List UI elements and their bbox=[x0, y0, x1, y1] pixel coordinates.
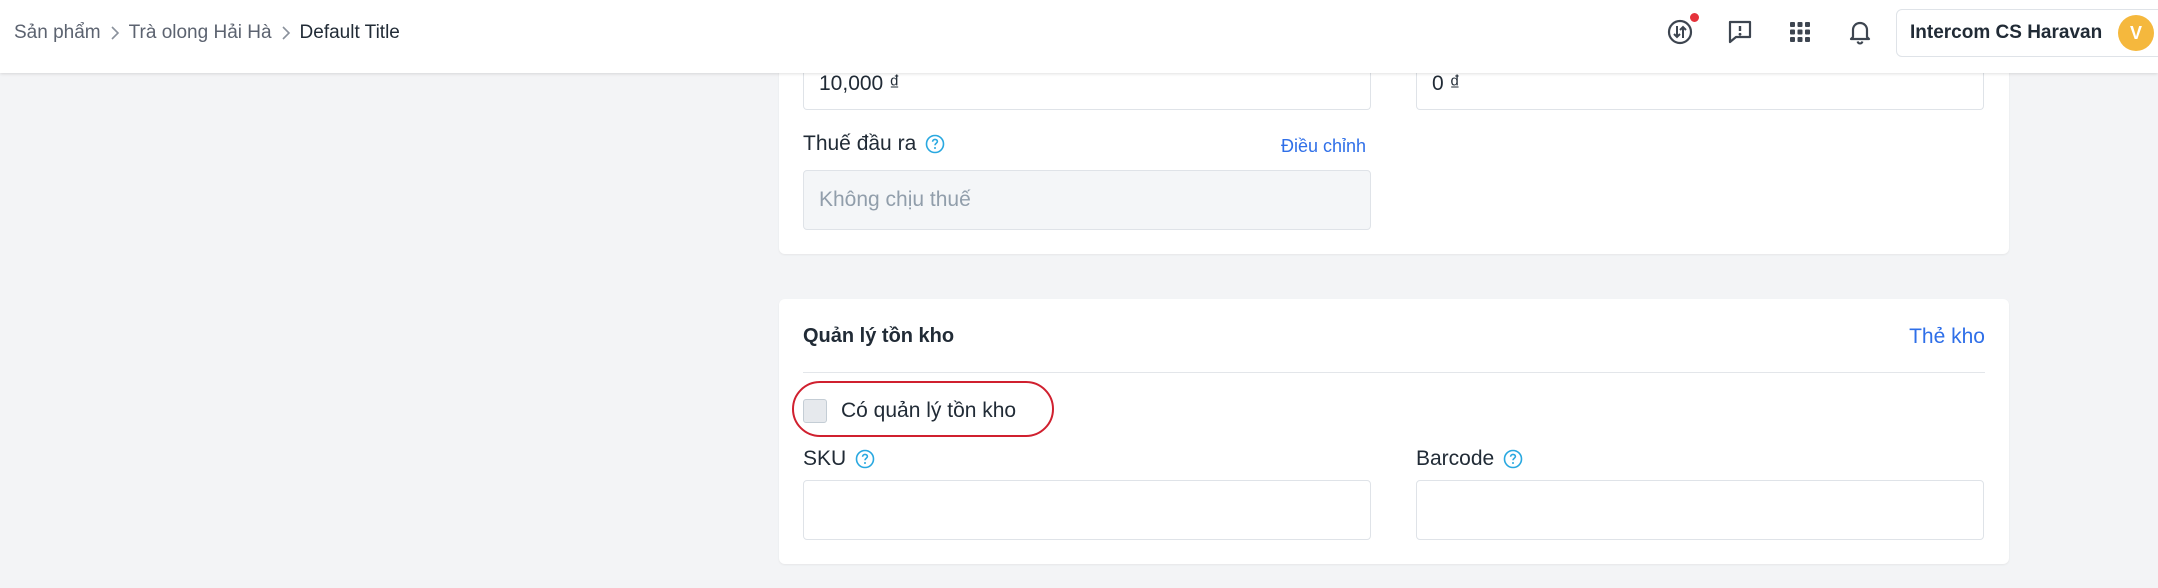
breadcrumb-products[interactable]: Sản phẩm bbox=[14, 22, 101, 44]
tax-label-text: Thuế đầu ra bbox=[803, 132, 917, 155]
bell-icon[interactable] bbox=[1844, 16, 1876, 48]
breadcrumb-product[interactable]: Trà olong Hải Hà bbox=[129, 22, 272, 44]
inventory-title: Quản lý tồn kho bbox=[803, 325, 955, 347]
feedback-icon[interactable] bbox=[1724, 16, 1756, 48]
top-bar: Sản phẩm Trà olong Hải Hà Default Title bbox=[0, 0, 2158, 73]
manage-inventory-checkbox[interactable] bbox=[803, 399, 827, 423]
account-name: Intercom CS Haravan bbox=[1910, 22, 2103, 43]
inventory-card: Quản lý tồn kho Thẻ kho Có quản lý tồn k… bbox=[779, 299, 2009, 564]
apps-grid-icon[interactable] bbox=[1784, 16, 1816, 48]
transfer-icon[interactable] bbox=[1664, 12, 1700, 48]
sku-label: SKU bbox=[803, 447, 875, 471]
tax-value: Không chịu thuế bbox=[819, 188, 971, 211]
tax-input: Không chịu thuế bbox=[803, 170, 1371, 230]
divider bbox=[803, 372, 1985, 373]
stock-card-link[interactable]: Thẻ kho bbox=[1909, 325, 1985, 349]
breadcrumb: Sản phẩm Trà olong Hải Hà Default Title bbox=[14, 0, 400, 66]
compare-price-value: 0 ₫ bbox=[1432, 71, 1461, 95]
chevron-right-icon bbox=[110, 26, 120, 40]
help-circle-icon[interactable] bbox=[1503, 449, 1523, 469]
price-value: 10,000 ₫ bbox=[819, 71, 900, 95]
manage-inventory-label: Có quản lý tồn kho bbox=[841, 399, 1017, 422]
avatar: V bbox=[2118, 15, 2154, 51]
sku-input[interactable] bbox=[803, 480, 1371, 540]
manage-inventory-option[interactable]: Có quản lý tồn kho bbox=[803, 399, 1016, 423]
tax-label: Thuế đầu ra bbox=[803, 132, 945, 156]
chevron-right-icon bbox=[281, 26, 291, 40]
tax-adjust-link[interactable]: Điều chỉnh bbox=[1281, 136, 1366, 157]
sku-label-text: SKU bbox=[803, 447, 847, 470]
help-circle-icon[interactable] bbox=[925, 134, 945, 154]
help-circle-icon[interactable] bbox=[855, 449, 875, 469]
account-switcher[interactable]: Intercom CS Haravan V bbox=[1896, 9, 2158, 57]
notification-dot bbox=[1689, 12, 1700, 23]
barcode-label: Barcode bbox=[1416, 447, 1523, 471]
barcode-input[interactable] bbox=[1416, 480, 1984, 540]
breadcrumb-current: Default Title bbox=[299, 22, 400, 43]
barcode-label-text: Barcode bbox=[1416, 447, 1495, 470]
